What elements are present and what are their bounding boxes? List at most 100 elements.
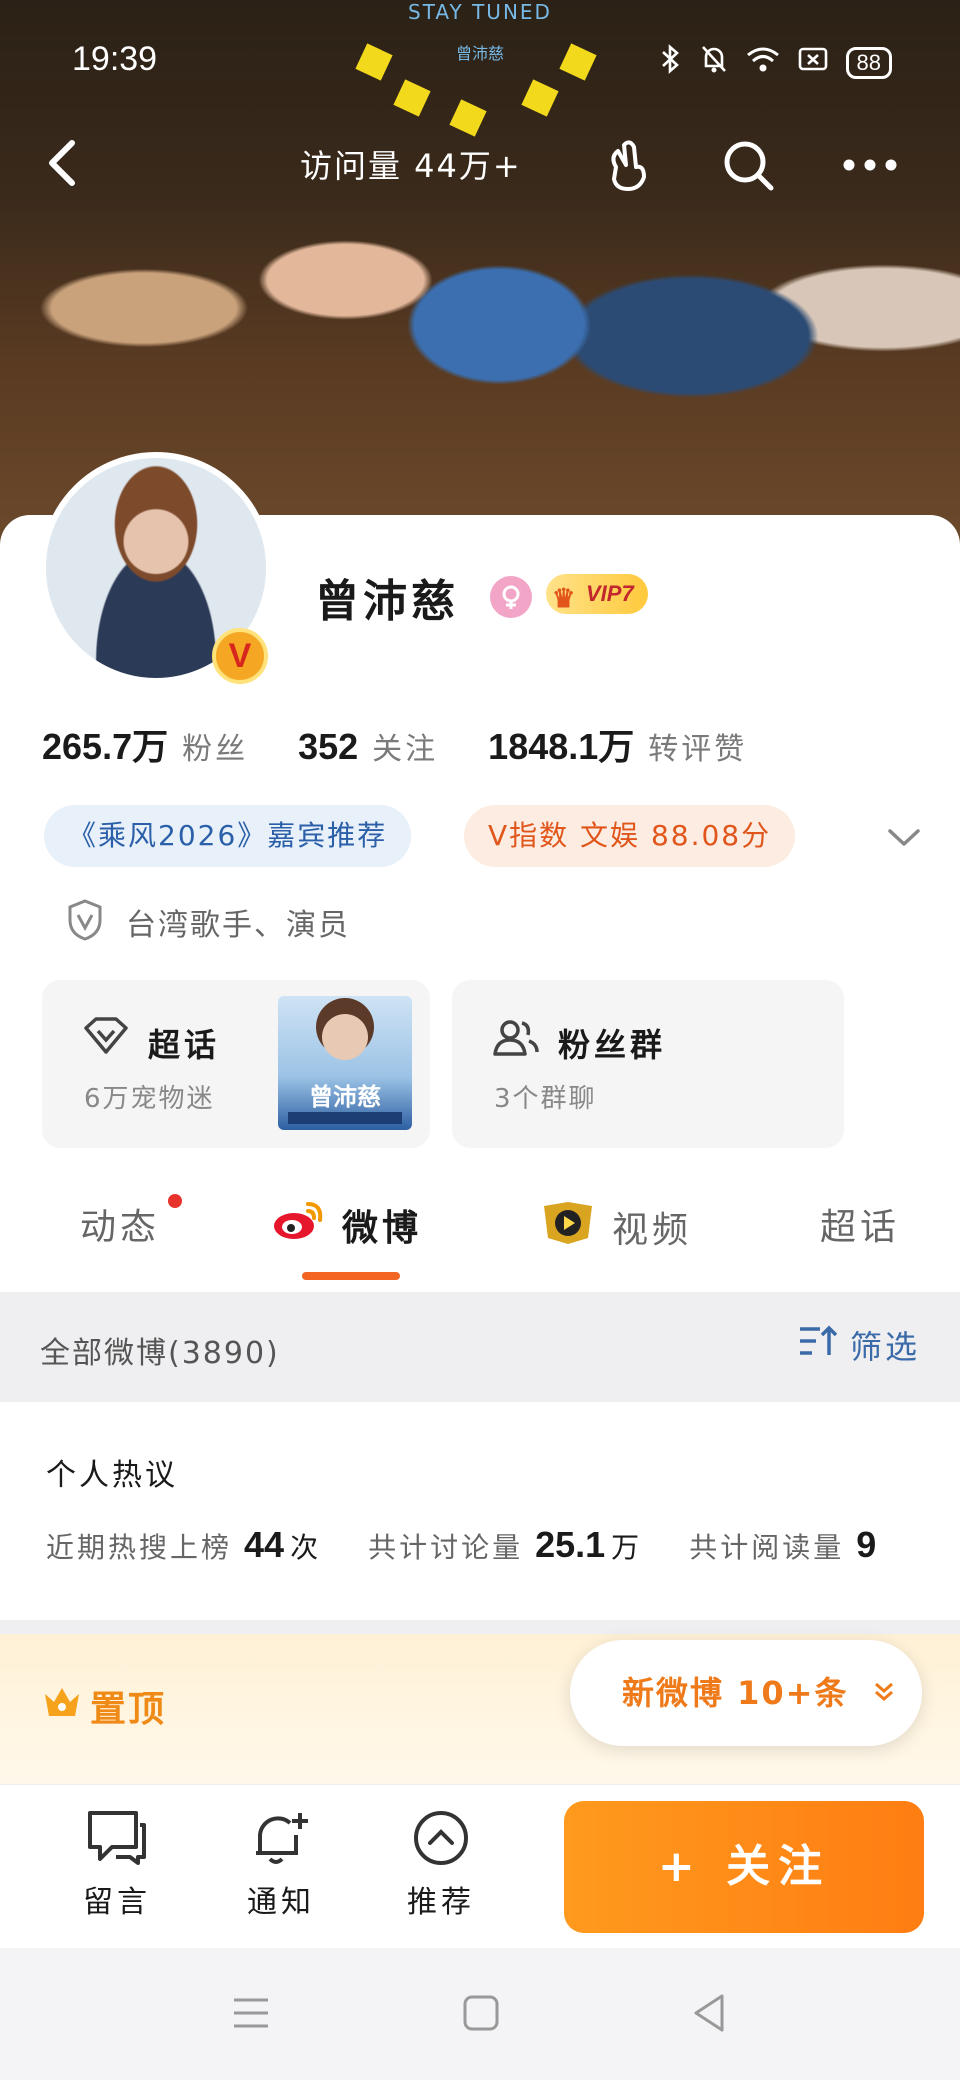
- tab-label: 微博: [342, 1207, 423, 1249]
- identity-row: 台湾歌手、演员: [66, 898, 350, 946]
- pinned-label: 置顶: [42, 1680, 166, 1732]
- top-nav: 访问量 44万+: [0, 125, 960, 205]
- discussion-stat[interactable]: 共计讨论量 25.1 万: [368, 1524, 639, 1566]
- stat-following[interactable]: 352 关注: [298, 724, 438, 768]
- fan-group-card[interactable]: 粉丝群 3个群聊: [452, 980, 844, 1148]
- crown-icon: ♛: [552, 583, 576, 613]
- back-triangle-icon[interactable]: [684, 1988, 734, 2038]
- thumbnail-banner: [288, 1112, 402, 1124]
- diamond-icon: [82, 1016, 130, 1064]
- crown-icon: [42, 1684, 82, 1729]
- wifi-icon: [746, 45, 780, 80]
- home-square-icon[interactable]: [456, 1988, 506, 2038]
- vip-level: VIP7: [586, 581, 634, 606]
- fan-group-title: 粉丝群: [558, 1026, 667, 1064]
- battery-indicator: 88: [845, 46, 892, 79]
- verified-badge-icon: V: [212, 628, 268, 684]
- search-button[interactable]: [716, 133, 780, 197]
- identity-text: 台湾歌手、演员: [126, 908, 350, 943]
- stat-label: 关注: [372, 732, 439, 767]
- back-arrow-icon: [49, 140, 75, 186]
- more-dots-icon: [843, 159, 897, 171]
- fan-group-subtitle: 3个群聊: [494, 1084, 597, 1114]
- content-tabs: 动态 微博 视频 超话: [0, 1180, 960, 1280]
- status-bar: 19:39 88: [0, 40, 960, 92]
- cover-sign-text: STAY TUNED: [408, 0, 552, 24]
- more-button[interactable]: [838, 133, 902, 197]
- notify-button[interactable]: 通知: [226, 1809, 336, 1921]
- finger-heart-icon: [611, 140, 646, 191]
- hot-stat-unit: 次: [290, 1531, 319, 1564]
- action-bar: 留言 通知 推荐 + 关注: [0, 1784, 960, 1948]
- notify-label: 通知: [247, 1885, 315, 1920]
- stat-label: 粉丝: [182, 732, 249, 767]
- sim-icon: [798, 46, 828, 79]
- pinned-text: 置顶: [90, 1689, 167, 1730]
- filter-button[interactable]: 筛选: [798, 1322, 920, 1368]
- tab-super-topic[interactable]: 超话: [820, 1198, 900, 1250]
- comment-button[interactable]: 留言: [62, 1809, 172, 1921]
- weibo-logo-icon: [270, 1198, 326, 1251]
- thumbnail-label: 曾沛慈: [309, 1083, 381, 1111]
- tab-weibo[interactable]: 微博: [270, 1198, 422, 1251]
- group-people-icon: [492, 1016, 540, 1064]
- hot-discussion-section: 个人热议 近期热搜上榜 44 次 共计讨论量 25.1 万 共计阅读量 9: [0, 1402, 960, 1620]
- mute-bell-icon: [700, 44, 728, 81]
- stat-interactions[interactable]: 1848.1万 转评赞: [488, 718, 747, 770]
- recommend-tag[interactable]: 《乘风2026》嘉宾推荐: [44, 805, 412, 867]
- tab-label: 动态: [80, 1207, 161, 1248]
- all-weibo-count: 全部微博(3890): [40, 1336, 280, 1371]
- stat-number: 265.7万: [42, 726, 169, 767]
- recommend-button[interactable]: 推荐: [386, 1809, 496, 1921]
- vip-badge[interactable]: ♛ VIP7: [546, 574, 648, 614]
- hot-discussion-title: 个人热议: [46, 1458, 178, 1493]
- sort-filter-icon: [798, 1324, 838, 1366]
- hot-stat-label: 共计阅读量: [689, 1531, 845, 1564]
- filter-bar: 全部微博(3890) 筛选: [0, 1292, 960, 1402]
- hot-stat-value: 25.1: [535, 1524, 606, 1565]
- like-gesture-button[interactable]: [596, 133, 660, 197]
- shield-v-icon: [66, 898, 104, 946]
- hot-stat-label: 近期热搜上榜: [46, 1531, 233, 1564]
- hot-discussion-stats: 近期热搜上榜 44 次 共计讨论量 25.1 万 共计阅读量 9: [46, 1524, 932, 1566]
- bluetooth-icon: [660, 44, 682, 81]
- super-topic-card[interactable]: 超话 6万宠物迷 曾沛慈: [42, 980, 430, 1148]
- comment-label: 留言: [83, 1885, 151, 1920]
- super-topic-thumbnail: 曾沛慈: [278, 996, 412, 1130]
- hot-stat-value: 44: [244, 1524, 285, 1565]
- double-chevron-down-icon: [872, 1674, 896, 1712]
- chevron-down-icon[interactable]: [884, 817, 924, 857]
- visit-count: 访问量 44万+: [300, 147, 522, 185]
- back-button[interactable]: [36, 133, 96, 193]
- notification-dot: [168, 1194, 182, 1208]
- thumbnail-portrait: [322, 1014, 368, 1060]
- super-topic-title: 超话: [148, 1026, 221, 1064]
- bell-plus-icon: [256, 1813, 308, 1864]
- stat-followers[interactable]: 265.7万 粉丝: [42, 718, 248, 770]
- tab-label: 超话: [820, 1207, 901, 1248]
- recommend-label: 推荐: [407, 1885, 475, 1920]
- video-play-icon: [540, 1198, 596, 1255]
- tab-video[interactable]: 视频: [540, 1198, 692, 1255]
- hot-stat-unit: 万: [611, 1531, 640, 1564]
- profile-stats: 265.7万 粉丝 352 关注 1848.1万 转评赞: [42, 718, 797, 770]
- filter-label: 筛选: [849, 1328, 920, 1366]
- hot-stat-label: 共计讨论量: [368, 1531, 524, 1564]
- profile-name: 曾沛慈: [315, 576, 459, 627]
- system-nav-bar: [0, 1948, 960, 2080]
- new-posts-button[interactable]: 新微博 10+条: [570, 1640, 922, 1746]
- super-topic-subtitle: 6万宠物迷: [84, 1084, 215, 1114]
- follow-button[interactable]: + 关注: [564, 1801, 924, 1933]
- status-icons: 88: [660, 44, 892, 81]
- profile-page: STAY TUNED 曾沛慈 19:39 88 访问量 44万+ V 曾沛慈 ♛…: [0, 0, 960, 2080]
- status-time: 19:39: [72, 40, 158, 78]
- tag-row: 《乘风2026》嘉宾推荐 V指数 文娱 88.08分: [44, 805, 924, 867]
- hot-search-stat[interactable]: 近期热搜上榜 44 次: [46, 1524, 318, 1566]
- search-icon: [724, 141, 774, 191]
- menu-lines-icon[interactable]: [226, 1988, 276, 2038]
- section-divider: [0, 1620, 960, 1634]
- read-count-stat[interactable]: 共计阅读量 9: [689, 1524, 882, 1566]
- message-bubble-icon: [88, 1811, 146, 1865]
- tab-dynamic[interactable]: 动态: [80, 1198, 160, 1250]
- v-index-tag[interactable]: V指数 文娱 88.08分: [464, 805, 796, 867]
